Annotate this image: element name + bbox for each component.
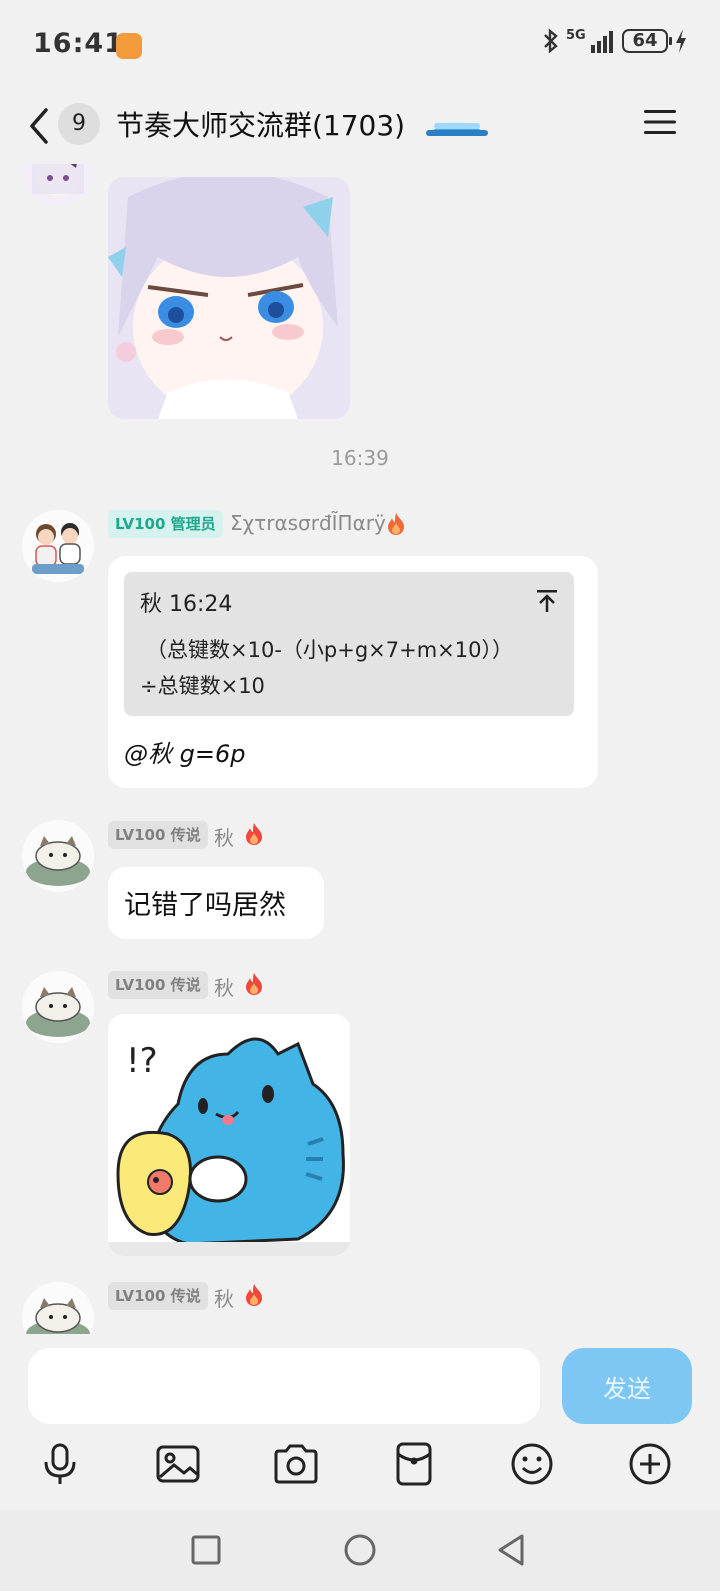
image-icon[interactable] (154, 1440, 202, 1488)
back-arrow-icon[interactable] (24, 104, 54, 148)
send-button[interactable]: 发送 (562, 1348, 692, 1424)
anime-girl-avatar-icon (22, 164, 94, 206)
back-nav-icon[interactable] (492, 1530, 532, 1570)
avatar[interactable] (22, 820, 94, 892)
charging-icon (676, 29, 686, 53)
group-tag-icon (426, 123, 488, 136)
flame-icon (246, 1284, 262, 1306)
level-badge: LV100 传说 (108, 1282, 208, 1310)
red-packet-icon[interactable] (390, 1440, 438, 1488)
signal-icon (591, 31, 613, 53)
sender-name[interactable]: 秋 (214, 822, 234, 851)
battery-icon: 64 (622, 29, 672, 53)
network-type-icon: 5G (566, 28, 586, 54)
level-badge: LV100 管理员 (108, 510, 223, 538)
reply-text: @秋 g=6p (124, 740, 246, 768)
sender-name[interactable]: ΣχτrαsσrđĨΠαrÿ (230, 511, 386, 535)
chat-header: 9 节奏大师交流群(1703) (0, 92, 720, 164)
chat-message-list[interactable]: 16:39 LV100 管理员 ΣχτrαsσrđĨΠαrÿ 秋 16:24 （… (0, 164, 720, 1334)
plus-icon[interactable] (626, 1440, 674, 1488)
camera-icon[interactable] (272, 1440, 320, 1488)
menu-icon[interactable] (642, 107, 678, 137)
bluetooth-icon (544, 28, 558, 54)
quote-text-line: （总键数×10-（小p+g×7+m×10）） (146, 638, 513, 662)
cat-avatar-icon (22, 1282, 94, 1334)
recent-apps-icon[interactable] (186, 1530, 226, 1570)
cat-avatar-icon (22, 971, 94, 1043)
level-badge: LV100 传说 (108, 971, 208, 999)
quoted-message[interactable]: 秋 16:24 （总键数×10-（小p+g×7+m×10）） ÷总键数×10 (124, 572, 574, 716)
cat-avatar-icon (22, 820, 94, 892)
battery-level: 64 (632, 30, 658, 51)
microphone-icon[interactable] (36, 1440, 84, 1488)
sender-name[interactable]: 秋 (214, 1283, 234, 1312)
emoji-icon[interactable] (508, 1440, 556, 1488)
network-label: 5G (566, 28, 586, 43)
avatar[interactable] (22, 971, 94, 1043)
text-message-bubble[interactable]: 记错了吗居然 (108, 867, 324, 939)
reply-message-bubble[interactable]: 秋 16:24 （总键数×10-（小p+g×7+m×10）） ÷总键数×10 @… (108, 556, 598, 788)
flame-icon (246, 823, 262, 845)
sticker-text: !? (126, 1041, 158, 1081)
blue-cat-sticker: !? (108, 1014, 350, 1256)
couple-avatar-icon (22, 510, 94, 582)
jump-to-quote-icon[interactable] (536, 588, 558, 614)
quote-text-line: ÷总键数×10 (140, 674, 265, 698)
message-text: 记错了吗居然 (124, 890, 286, 921)
home-icon[interactable] (340, 1530, 380, 1570)
unread-count-badge[interactable]: 9 (58, 103, 100, 145)
flame-icon (246, 973, 262, 995)
quote-author-time: 秋 16:24 (140, 592, 233, 617)
flame-icon (388, 513, 404, 535)
sticker-message[interactable]: !? (108, 1014, 350, 1256)
avatar[interactable] (22, 510, 94, 582)
status-bar: 16:41 5G 64 (0, 0, 720, 92)
notification-app-icon (116, 33, 142, 59)
sender-name[interactable]: 秋 (214, 972, 234, 1001)
image-message[interactable] (108, 177, 350, 419)
level-badge: LV100 传说 (108, 821, 208, 849)
status-indicators: 5G 64 (542, 28, 688, 54)
avatar[interactable] (22, 1282, 94, 1334)
input-bar: 发送 (0, 1334, 720, 1424)
status-time: 16:41 (33, 28, 124, 59)
avatar[interactable] (22, 164, 94, 206)
group-title[interactable]: 节奏大师交流群(1703) (116, 104, 405, 144)
system-nav-bar (0, 1510, 720, 1591)
message-input[interactable] (28, 1348, 540, 1424)
message-timestamp: 16:39 (331, 446, 389, 470)
input-toolbar (0, 1436, 720, 1496)
anime-girl-sticker (108, 177, 350, 419)
